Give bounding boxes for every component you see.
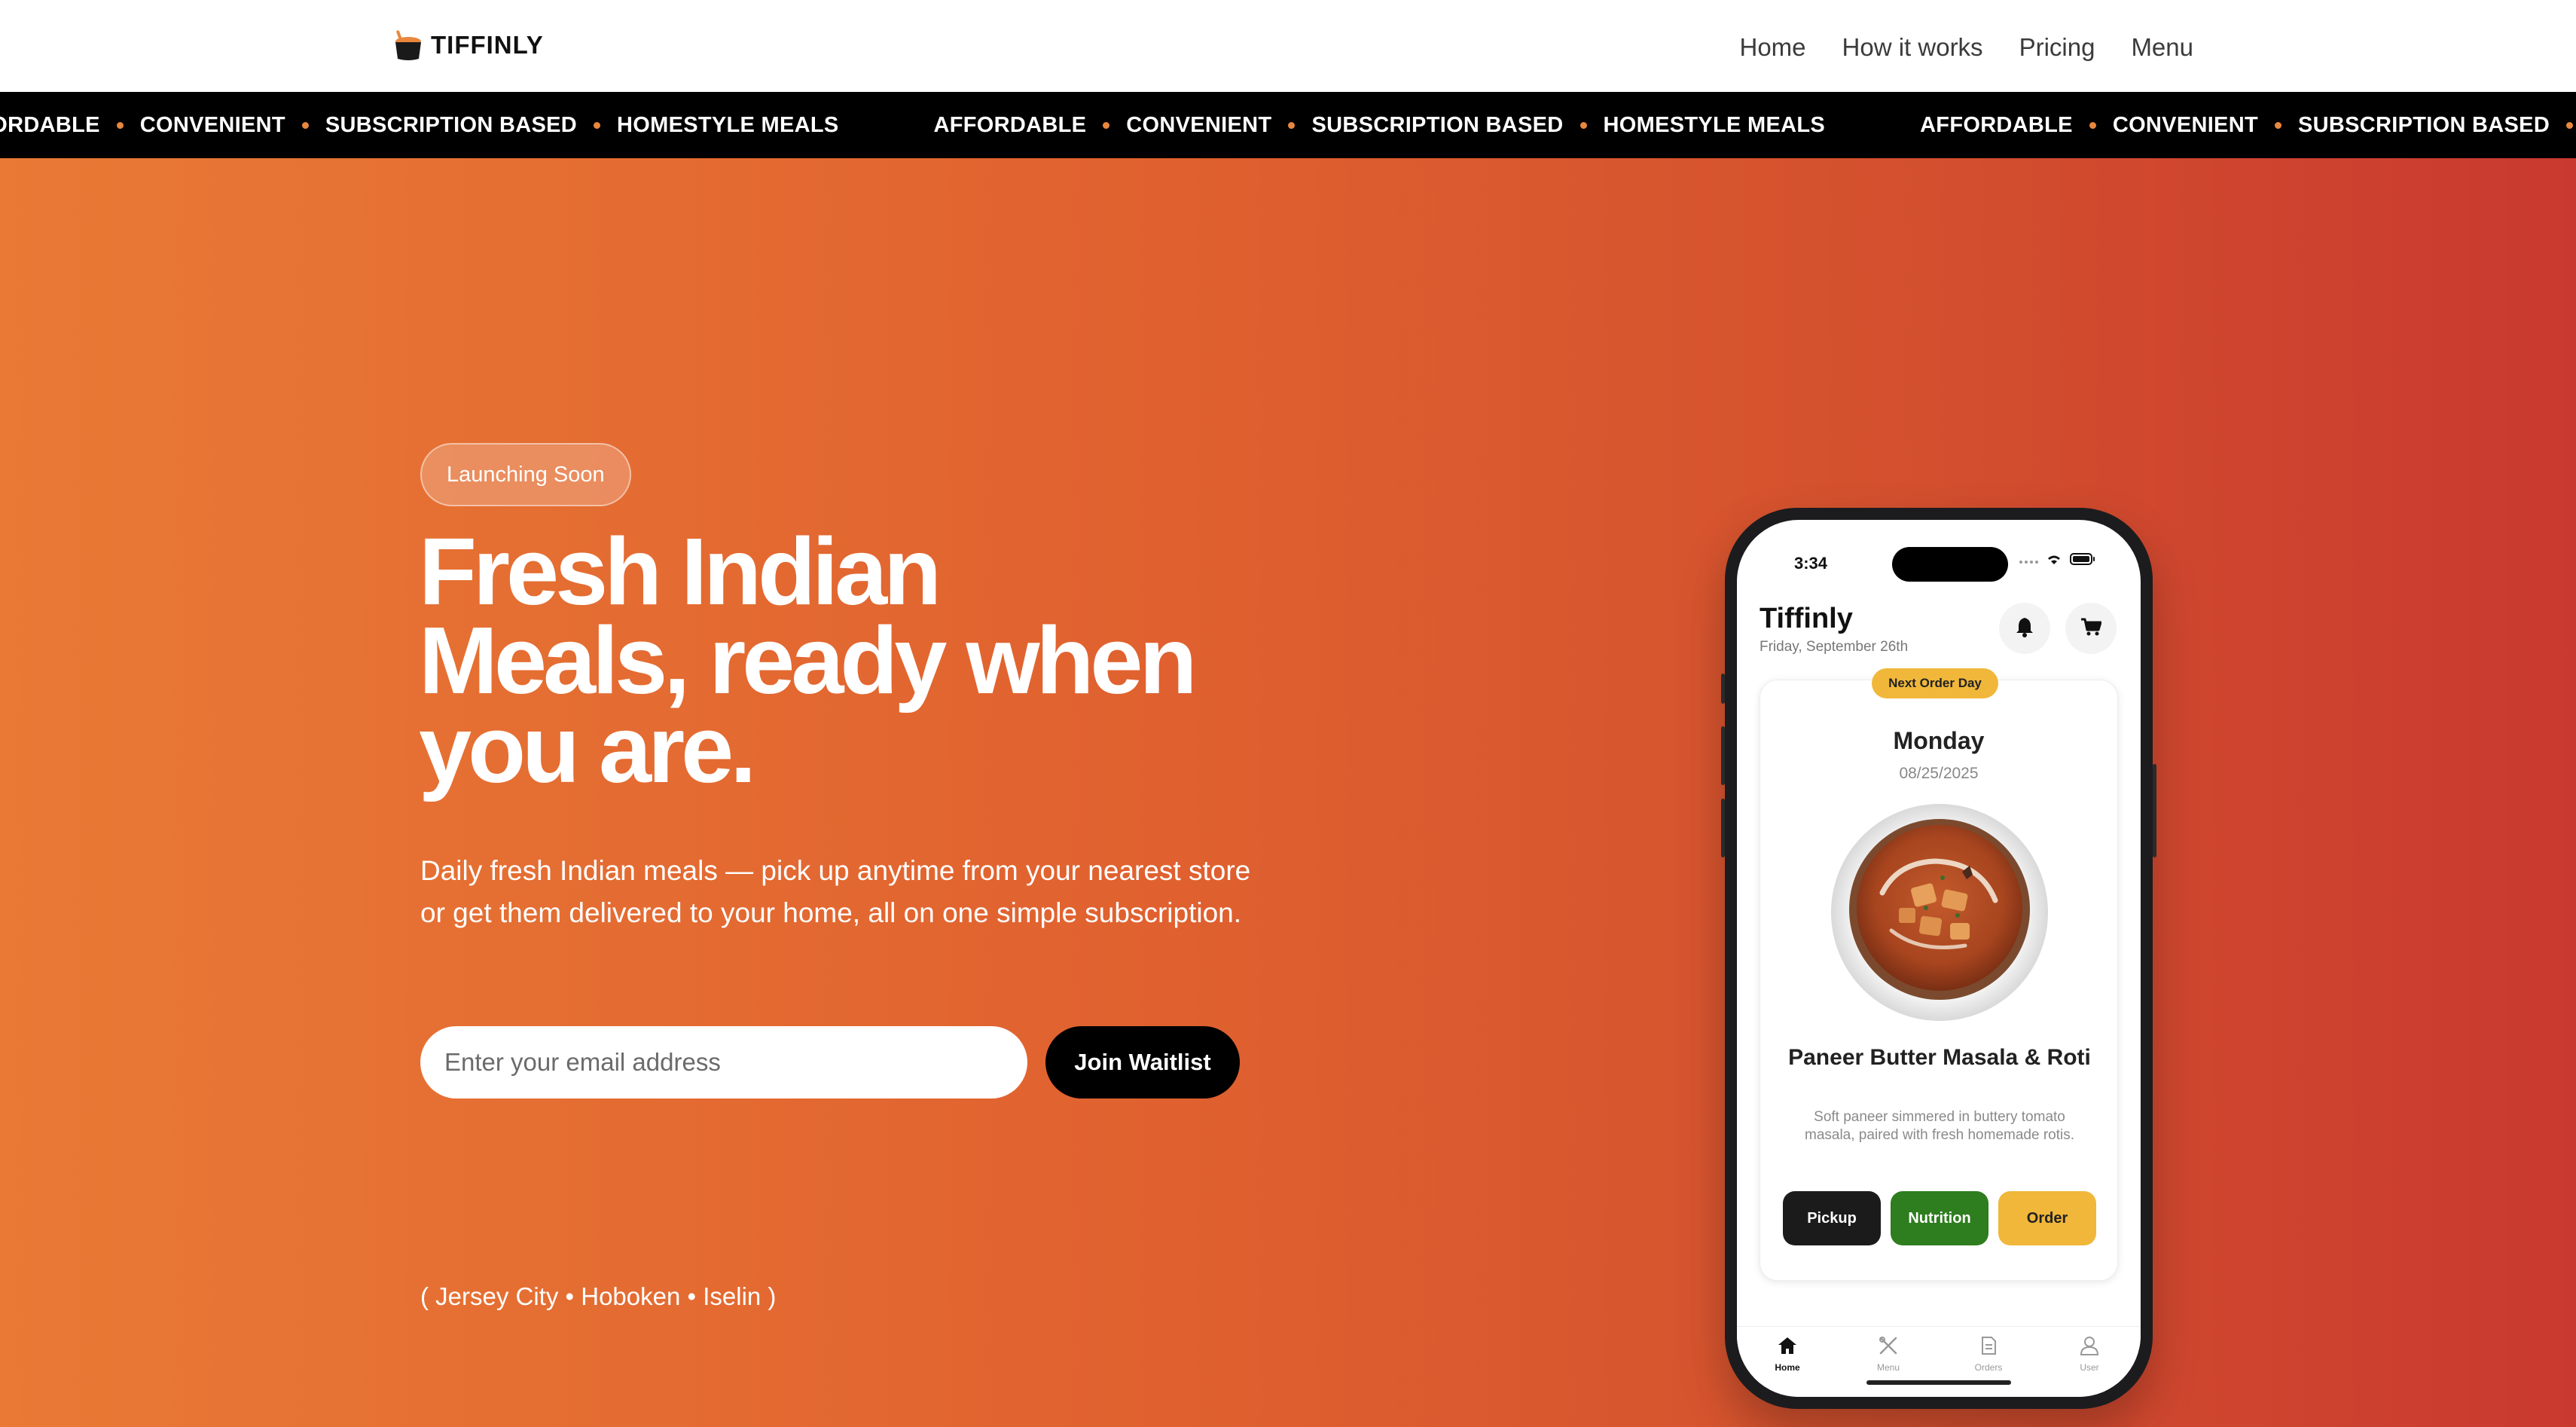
next-order-card: Next Order Day Monday 08/25/2025 Paneer …: [1760, 668, 2118, 1281]
marquee-item: AFFORDABLE: [933, 112, 1087, 137]
hero-subtext: Daily fresh Indian meals — pick up anyti…: [420, 855, 1251, 928]
dot-icon: [1288, 121, 1296, 129]
order-day: Monday: [1893, 727, 1985, 754]
dot-icon: [2566, 121, 2574, 129]
phone-side-button: [1721, 726, 1725, 785]
email-input[interactable]: [420, 1026, 1027, 1099]
phone-screen: 3:34 Tiffinly Friday, September 26th Nex…: [1737, 520, 2141, 1397]
utensils-icon: [1878, 1336, 1899, 1359]
marquee-track: AFFORDABLE CONVENIENT SUBSCRIPTION BASED…: [0, 92, 2576, 158]
dot-icon: [301, 121, 309, 129]
tab-home[interactable]: Home: [1757, 1336, 1818, 1373]
dot-icon: [594, 121, 601, 129]
tab-menu[interactable]: Menu: [1858, 1336, 1918, 1373]
order-date: 08/25/2025: [1899, 765, 1979, 782]
marquee-item: SUBSCRIPTION BASED: [1311, 112, 1564, 137]
phone-side-button: [2153, 764, 2156, 857]
status-icons: [2019, 553, 2095, 569]
order-button[interactable]: Order: [1998, 1191, 2096, 1245]
tiffin-box-icon: [393, 29, 423, 62]
dot-icon: [2274, 121, 2281, 129]
marquee-item: CONVENIENT: [139, 112, 285, 137]
user-icon: [2080, 1336, 2099, 1359]
home-indicator: [1866, 1380, 2011, 1385]
feature-marquee: AFFORDABLE CONVENIENT SUBSCRIPTION BASED…: [0, 92, 2576, 158]
hero-headline: Fresh Indian Meals, ready when you are.: [419, 524, 1293, 797]
wifi-icon: [2046, 553, 2062, 569]
signal-icon: [2019, 555, 2038, 568]
tab-label: User: [2080, 1362, 2099, 1373]
marquee-item: CONVENIENT: [2112, 112, 2258, 137]
cart-button[interactable]: [2065, 603, 2117, 654]
next-order-pill: Next Order Day: [1872, 668, 1998, 698]
headline-line: you are.: [419, 696, 756, 802]
marquee-group: AFFORDABLE CONVENIENT SUBSCRIPTION BASED…: [0, 113, 839, 138]
dynamic-island: [1892, 547, 2008, 582]
dish-name: Paneer Butter Masala & Roti: [1788, 1045, 2091, 1070]
dish-description: Soft paneer simmered in buttery tomato m…: [1805, 1109, 2074, 1143]
nav-pricing[interactable]: Pricing: [2019, 33, 2095, 62]
tab-bar: Home Menu Orders User: [1737, 1326, 2141, 1397]
dot-icon: [1103, 121, 1110, 129]
tab-user[interactable]: User: [2059, 1336, 2120, 1373]
nav-menu[interactable]: Menu: [2131, 33, 2193, 62]
marquee-item: CONVENIENT: [1126, 112, 1272, 137]
pickup-button[interactable]: Pickup: [1783, 1191, 1881, 1245]
marquee-item: AFFORDABLE: [1920, 112, 2073, 137]
app-title: Tiffinly: [1760, 603, 1853, 634]
locations-text: ( Jersey City • Hoboken • Iselin ): [420, 1282, 777, 1310]
phone-side-button: [1721, 674, 1725, 704]
cart-icon: [2080, 617, 2102, 640]
notifications-button[interactable]: [1999, 603, 2050, 654]
marquee-item: SUBSCRIPTION BASED: [325, 112, 578, 137]
marquee-group: AFFORDABLE CONVENIENT SUBSCRIPTION BASED…: [934, 113, 1826, 138]
join-waitlist-button[interactable]: Join Waitlist: [1045, 1026, 1240, 1099]
marquee-item: AFFORDABLE: [0, 112, 100, 137]
marquee-group: AFFORDABLE CONVENIENT SUBSCRIPTION BASED…: [1920, 113, 2576, 138]
dot-icon: [116, 121, 124, 129]
marquee-item: HOMESTYLE MEALS: [617, 112, 839, 137]
phone-mockup: 3:34 Tiffinly Friday, September 26th Nex…: [1721, 508, 2156, 1409]
marquee-item: SUBSCRIPTION BASED: [2297, 112, 2550, 137]
hero-section: Launching Soon Fresh Indian Meals, ready…: [0, 158, 2576, 1427]
phone-side-button: [1721, 799, 1725, 857]
nav-home[interactable]: Home: [1740, 33, 1806, 62]
nav-how-it-works[interactable]: How it works: [1842, 33, 1983, 62]
tab-orders[interactable]: Orders: [1958, 1336, 2019, 1373]
dish-image: [1830, 802, 2050, 1022]
marquee-item: HOMESTYLE MEALS: [1603, 112, 1826, 137]
document-icon: [1979, 1336, 1998, 1359]
main-nav: Home How it works Pricing Menu: [1740, 33, 2194, 62]
brand-logo[interactable]: TIFFINLY: [393, 29, 544, 62]
app-date: Friday, September 26th: [1760, 639, 1909, 655]
tab-label: Orders: [1974, 1362, 2003, 1373]
site-header: TIFFINLY Home How it works Pricing Menu: [0, 0, 2576, 92]
brand-name: TIFFINLY: [431, 31, 544, 59]
dot-icon: [1579, 121, 1587, 129]
nutrition-button[interactable]: Nutrition: [1891, 1191, 1988, 1245]
home-icon: [1777, 1336, 1798, 1359]
battery-icon: [2070, 553, 2095, 569]
dot-icon: [2089, 121, 2096, 129]
launch-badge: Launching Soon: [420, 443, 631, 506]
tab-label: Home: [1775, 1362, 1800, 1373]
status-time: 3:34: [1794, 554, 1828, 573]
tab-label: Menu: [1876, 1362, 1900, 1373]
bell-icon: [2015, 616, 2034, 641]
